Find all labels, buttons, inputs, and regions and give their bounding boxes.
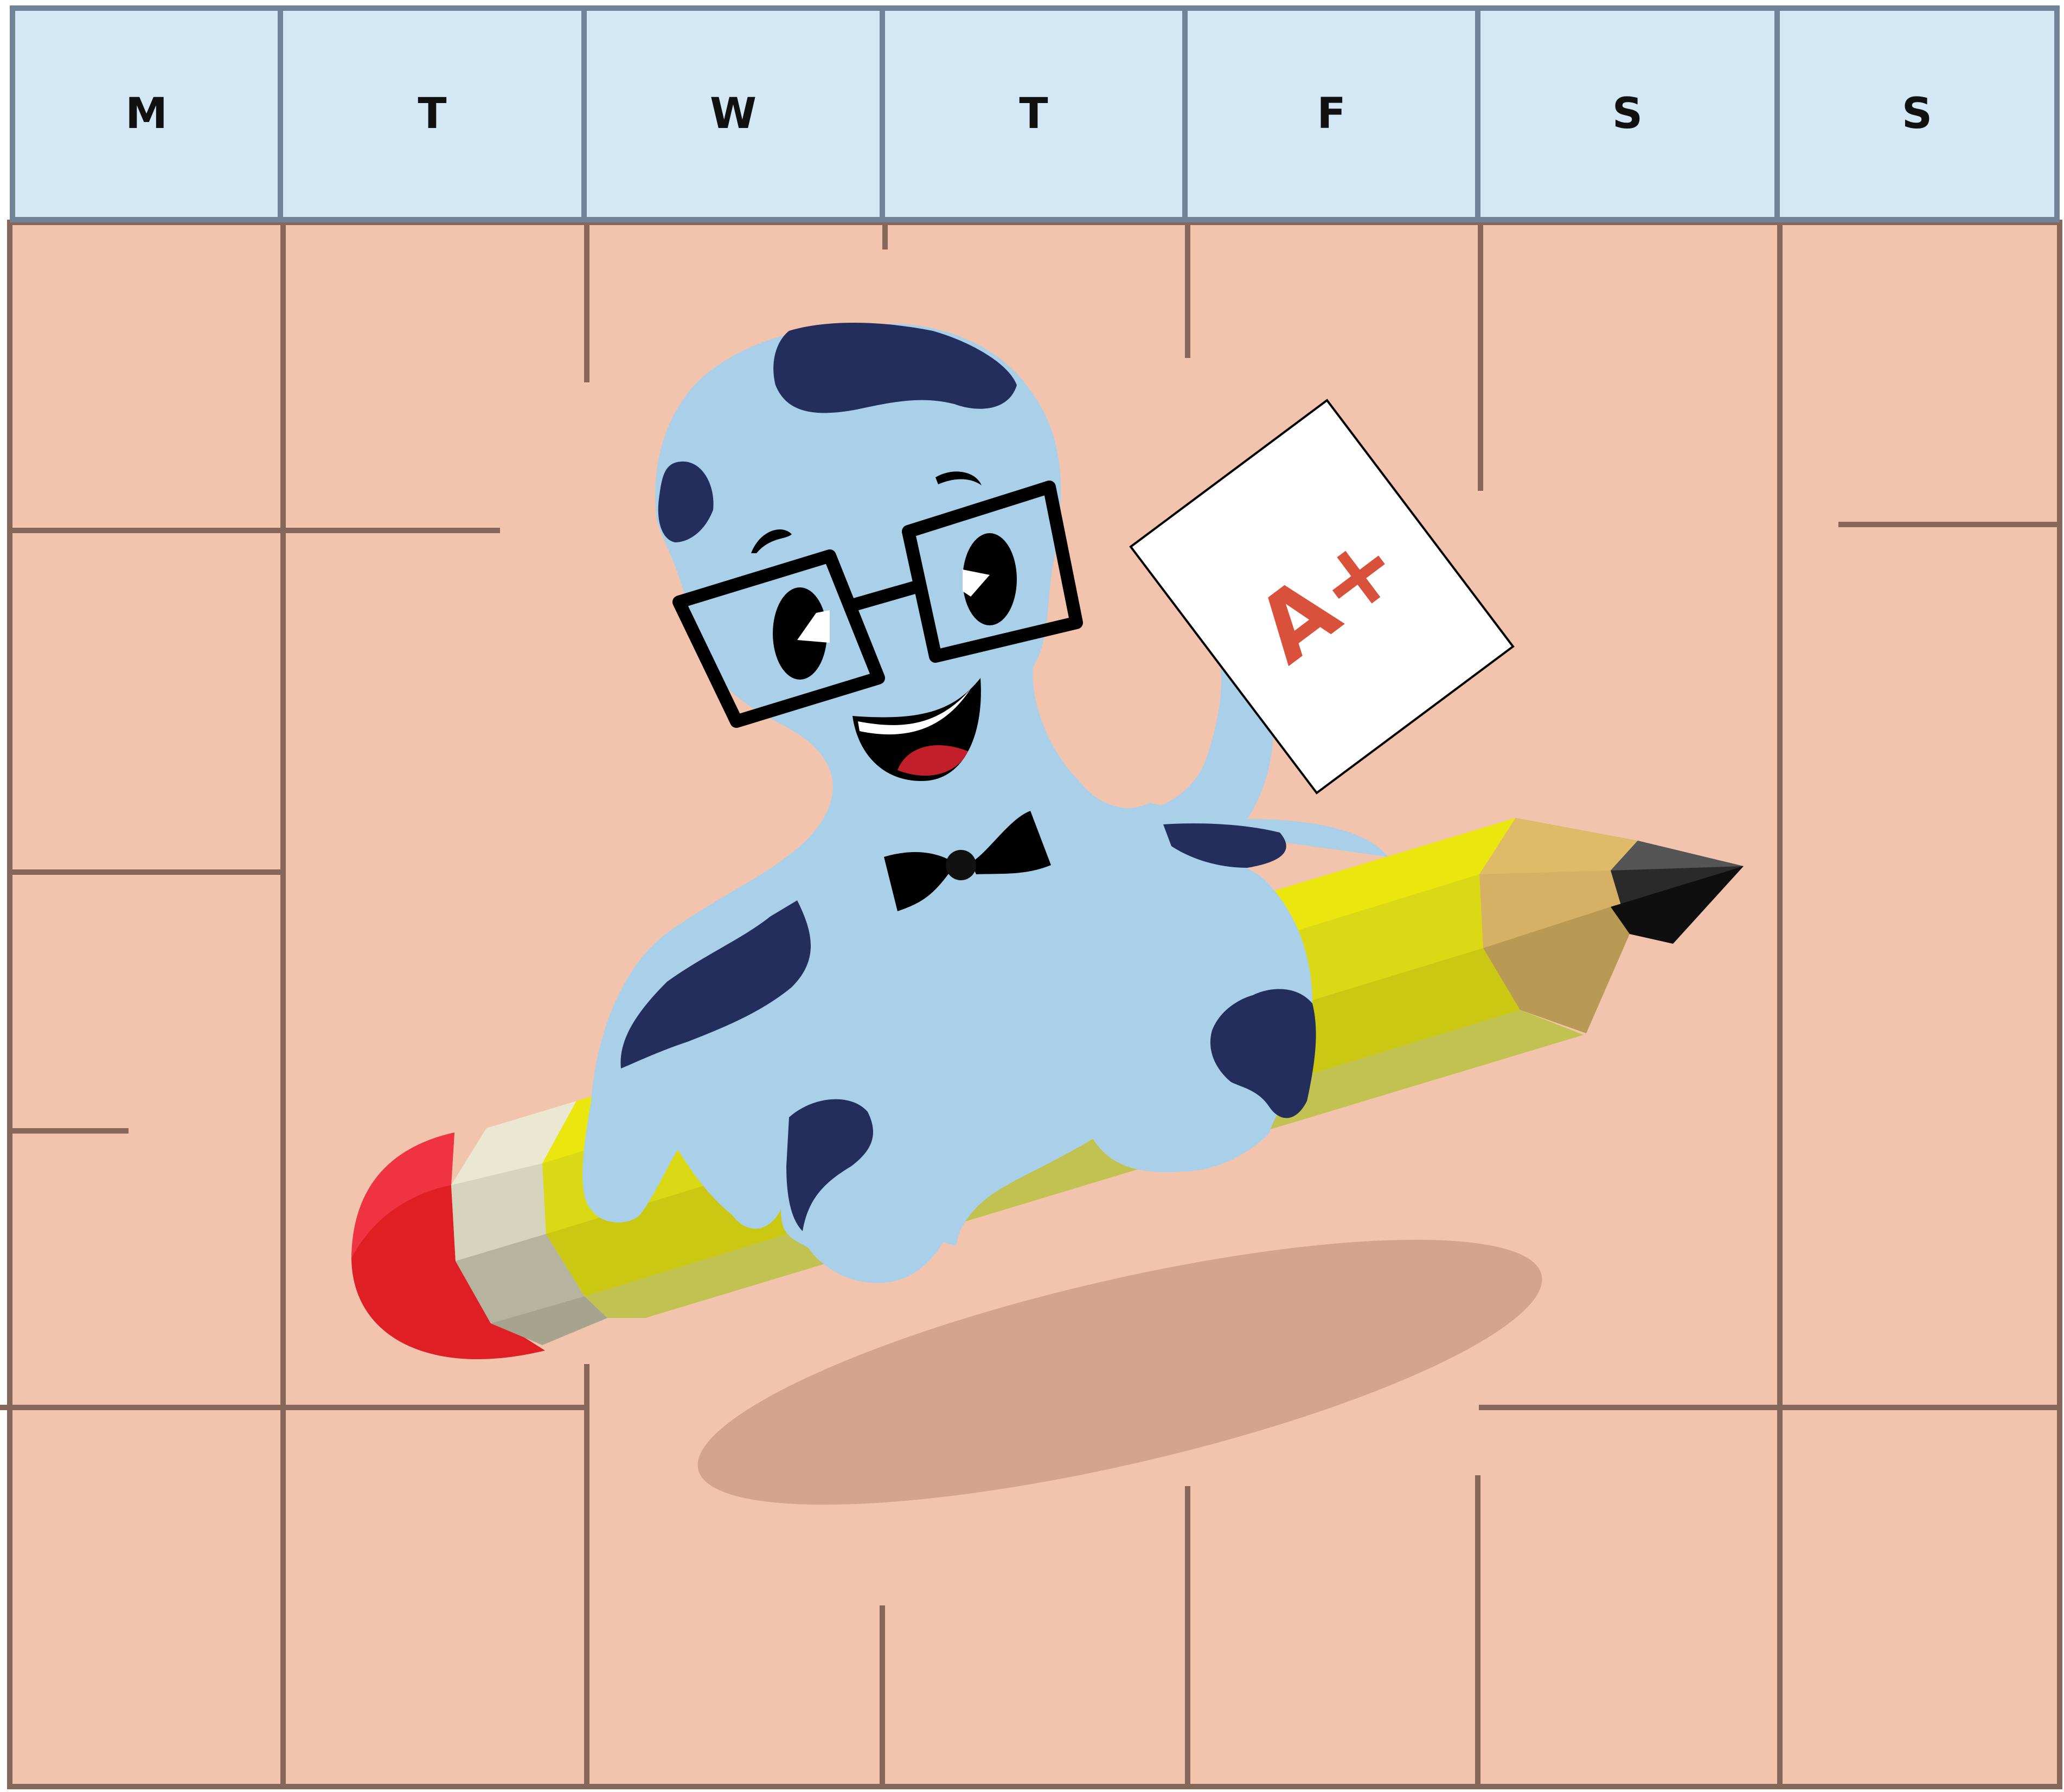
day-thursday: T bbox=[885, 5, 1188, 222]
day-wednesday: W bbox=[587, 5, 885, 222]
day-sunday: S bbox=[1780, 5, 2060, 222]
calendar-illustration: A+ M T W T F S S bbox=[0, 0, 2064, 1792]
weekday-header: M T W T F S S bbox=[10, 5, 2060, 222]
day-label: T bbox=[418, 89, 447, 138]
day-saturday: S bbox=[1480, 5, 1780, 222]
day-label: S bbox=[1612, 89, 1643, 138]
day-monday: M bbox=[10, 5, 283, 222]
day-label: T bbox=[1019, 89, 1048, 138]
calendar-svg bbox=[0, 220, 2062, 1789]
day-label: F bbox=[1317, 89, 1346, 138]
day-friday: F bbox=[1188, 5, 1480, 222]
day-label: M bbox=[125, 89, 168, 138]
day-label: S bbox=[1901, 89, 1933, 138]
day-tuesday: T bbox=[283, 5, 587, 222]
day-label: W bbox=[709, 89, 757, 138]
